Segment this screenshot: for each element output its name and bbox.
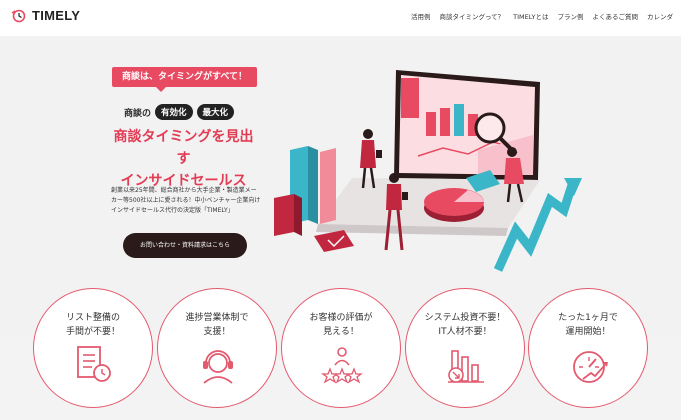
feature-line-2: 見える！ bbox=[323, 327, 359, 337]
nav-link-calendar[interactable]: カレンダ bbox=[647, 11, 673, 21]
feature-line-2: 手間が不要！ bbox=[65, 327, 120, 337]
bar-chart-down-icon bbox=[448, 350, 484, 383]
hero-subline: 商談の 有効化 最大化 bbox=[124, 104, 235, 120]
nav-link-faq[interactable]: よくあるご質問 bbox=[593, 11, 639, 21]
nav-link-timing[interactable]: 商談タイミングって？ bbox=[439, 11, 504, 21]
nav-link-use-cases[interactable]: 活用例 bbox=[411, 11, 431, 21]
pie-chart-illustration bbox=[424, 188, 484, 222]
feature-line-2: IT人材不要！ bbox=[438, 327, 492, 337]
feature-line-2: 運用開始！ bbox=[565, 327, 611, 337]
feature-card-list: リスト整備の 手間が不要！ bbox=[33, 288, 153, 408]
feature-line-1: 進捗営業体制で bbox=[185, 313, 249, 323]
site-header: TIMELY 活用例 商談タイミングって？ TIMELYとは プラン例 よくある… bbox=[0, 0, 681, 36]
envelope-illustration bbox=[314, 230, 354, 252]
logo-clock-icon bbox=[11, 9, 26, 22]
main-nav: 活用例 商談タイミングって？ TIMELYとは プラン例 よくあるご質問 カレン… bbox=[411, 11, 673, 21]
hero-headline: 商談タイミングを見出す インサイドセールス bbox=[112, 126, 255, 192]
feature-card-rating: お客様の評価が 見える！ bbox=[281, 288, 401, 408]
headline-line-1: 商談タイミングを見出す bbox=[113, 129, 254, 167]
headset-operator-icon bbox=[203, 350, 233, 384]
feature-line-1: リスト整備の bbox=[65, 313, 120, 323]
speedometer-icon bbox=[573, 351, 608, 383]
pill-effective: 有効化 bbox=[155, 104, 193, 120]
hero-description: 創業以来25年間、総合商社から大手企業・製造業メーカー等500社以上に愛される！… bbox=[111, 187, 261, 214]
feature-card-support: 進捗営業体制で 支援！ bbox=[157, 288, 277, 408]
feature-line-1: たった1ヶ月で bbox=[558, 313, 618, 323]
rating-stars-icon bbox=[321, 347, 363, 384]
logo[interactable]: TIMELY bbox=[11, 8, 80, 23]
logo-text: TIMELY bbox=[32, 8, 81, 23]
feature-line-1: システム投資不要！ bbox=[424, 313, 506, 323]
contact-cta-button[interactable]: お問い合わせ・資料請求はこちら bbox=[123, 233, 247, 258]
feature-line-1: お客様の評価が bbox=[309, 313, 373, 323]
pill-maximize: 最大化 bbox=[196, 104, 235, 120]
nav-link-plans[interactable]: プラン例 bbox=[558, 11, 584, 21]
subline-prefix: 商談の bbox=[124, 108, 152, 119]
hero-illustration bbox=[274, 70, 582, 272]
feature-line-2: 支援！ bbox=[203, 327, 231, 337]
nav-link-about[interactable]: TIMELYとは bbox=[513, 11, 548, 21]
checklist-clock-icon bbox=[77, 346, 111, 382]
hero-tagline: 商談は、タイミングがすべて！ bbox=[112, 67, 258, 92]
feature-card-speed: たった1ヶ月で 運用開始！ bbox=[528, 288, 648, 408]
feature-card-system: システム投資不要！ IT人材不要！ bbox=[405, 288, 525, 408]
